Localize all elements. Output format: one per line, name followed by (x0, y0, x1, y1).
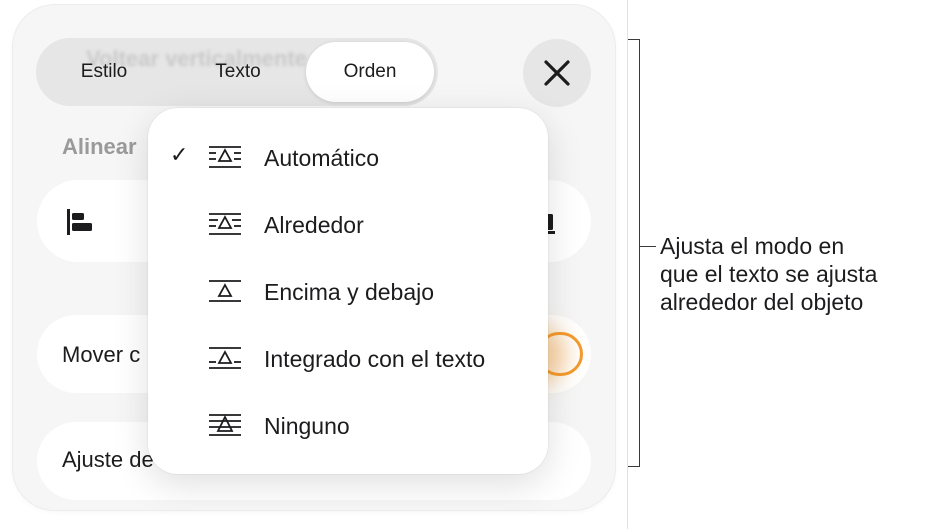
callout-leader-line (640, 246, 656, 247)
tab-segmented-control: Voltear verticalmente Estilo Texto Orden (36, 38, 438, 106)
menu-item-label: Integrado con el texto (264, 346, 486, 372)
checkmark-icon: ✓ (170, 143, 189, 168)
close-icon (544, 60, 570, 86)
text-wrap-menu: ✓ Automático Alrededor Encima y debajo I… (148, 108, 548, 474)
wrap-around-icon (209, 213, 241, 235)
callout-line-3: alrededor del objeto (660, 289, 864, 315)
wrap-above-below-icon (209, 280, 241, 302)
menu-item-label: Alrededor (264, 212, 364, 238)
menu-item-integrado[interactable]: Integrado con el texto (148, 329, 548, 389)
align-left-icon[interactable] (65, 208, 97, 236)
tab-texto[interactable]: Texto (170, 42, 306, 102)
close-button[interactable] (523, 39, 591, 107)
tab-estilo[interactable]: Estilo (40, 42, 168, 102)
menu-item-automatico[interactable]: ✓ Automático (148, 128, 548, 188)
menu-item-ninguno[interactable]: Ninguno (148, 396, 548, 456)
menu-item-label: Encima y debajo (264, 279, 435, 305)
wrap-none-icon (209, 414, 241, 436)
callout-line-2: que el texto se ajusta (660, 261, 878, 287)
callout-text: Ajusta el modo en que el texto se ajusta… (660, 232, 942, 316)
wrap-inline-icon (209, 347, 241, 369)
tab-orden[interactable]: Orden (306, 42, 434, 102)
menu-item-label: Automático (264, 145, 380, 171)
callout-bracket (628, 39, 640, 467)
align-section-label: Alinear (62, 134, 137, 159)
menu-item-encima-y-debajo[interactable]: Encima y debajo (148, 262, 548, 322)
move-with-text-label: Mover c (62, 342, 141, 367)
menu-item-label: Ninguno (264, 413, 350, 439)
text-wrap-label: Ajuste de (62, 447, 154, 472)
wrap-automatic-icon (209, 146, 241, 168)
callout-line-1: Ajusta el modo en (660, 233, 845, 259)
menu-item-alrededor[interactable]: Alrededor (148, 195, 548, 255)
